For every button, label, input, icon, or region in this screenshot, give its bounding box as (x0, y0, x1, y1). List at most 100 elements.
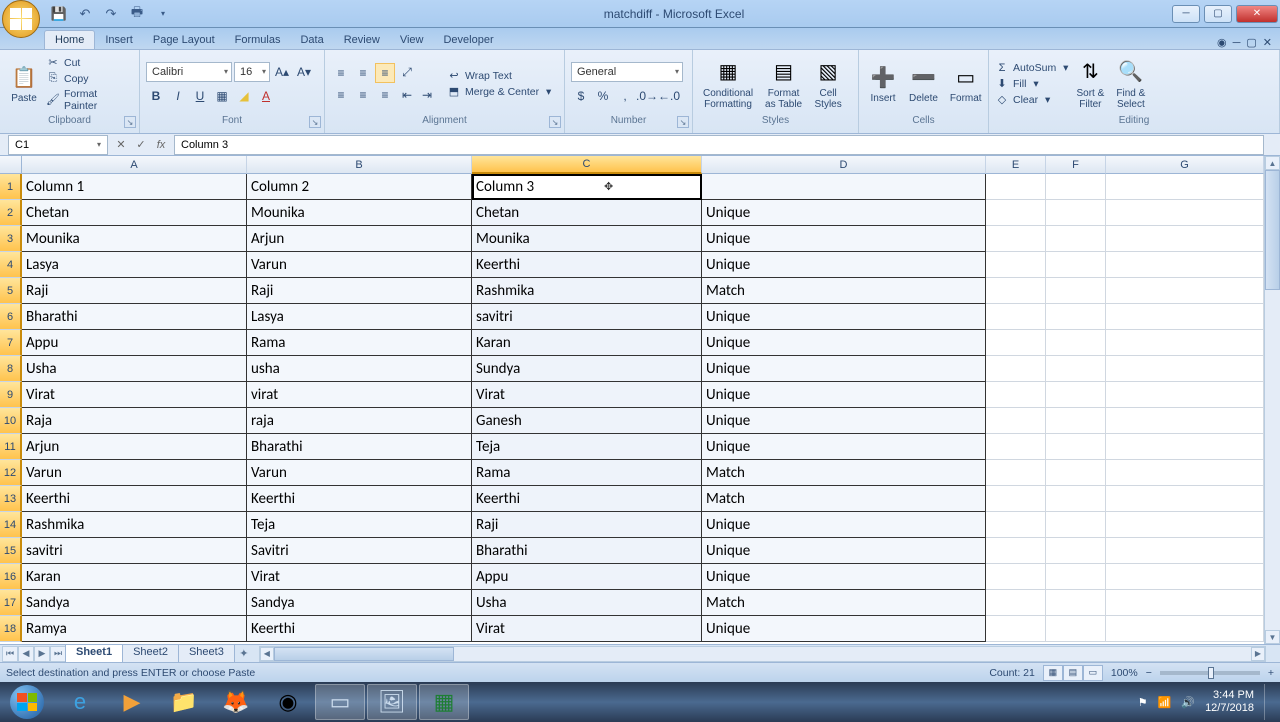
cell[interactable]: Arjun (247, 226, 472, 252)
print-icon[interactable]: 🖶 (126, 3, 148, 25)
cell[interactable] (986, 564, 1046, 590)
cell[interactable]: Match (702, 590, 986, 616)
cell[interactable]: Karan (22, 564, 247, 590)
cell[interactable] (1046, 434, 1106, 460)
cell[interactable]: Karan (472, 330, 702, 356)
cell[interactable]: Raji (22, 278, 247, 304)
column-header-D[interactable]: D (702, 156, 986, 174)
cell[interactable] (702, 174, 986, 200)
cell[interactable] (1046, 590, 1106, 616)
cell[interactable]: Unique (702, 330, 986, 356)
cell[interactable]: Column 1 (22, 174, 247, 200)
align-right-button[interactable]: ≡ (375, 85, 395, 105)
cell[interactable] (986, 278, 1046, 304)
cell[interactable]: Virat (472, 616, 702, 642)
cell[interactable] (986, 408, 1046, 434)
dialog-launcher-icon[interactable]: ↘ (309, 116, 321, 128)
row-header[interactable]: 8 (0, 356, 22, 382)
increase-indent-button[interactable]: ⇥ (417, 85, 437, 105)
cancel-formula-icon[interactable]: ✕ (112, 136, 130, 154)
font-size-combo[interactable]: 16▾ (234, 62, 270, 82)
fx-icon[interactable]: fx (152, 136, 170, 154)
border-button[interactable]: ▦ (212, 86, 232, 106)
cell[interactable]: Unique (702, 512, 986, 538)
cell[interactable]: Rama (247, 330, 472, 356)
cell[interactable] (1106, 538, 1264, 564)
bold-button[interactable]: B (146, 86, 166, 106)
cell[interactable] (1046, 538, 1106, 564)
zoom-level[interactable]: 100% (1111, 667, 1138, 679)
cell[interactable]: Sandya (22, 590, 247, 616)
tray-network-icon[interactable]: 📶 (1158, 696, 1172, 709)
number-format-combo[interactable]: General▾ (571, 62, 683, 82)
cell[interactable]: Rashmika (472, 278, 702, 304)
cell[interactable] (1046, 174, 1106, 200)
cell[interactable] (1046, 616, 1106, 642)
save-icon[interactable]: 💾 (48, 3, 70, 25)
show-desktop-button[interactable] (1264, 684, 1272, 720)
cell[interactable]: Ramya (22, 616, 247, 642)
row-header[interactable]: 18 (0, 616, 22, 642)
comma-button[interactable]: , (615, 86, 635, 106)
cell[interactable]: Bharathi (472, 538, 702, 564)
sheet-tab-sheet3[interactable]: Sheet3 (178, 645, 235, 663)
format-painter-button[interactable]: 🖌Format Painter (46, 88, 133, 112)
row-header[interactable]: 1 (0, 174, 22, 200)
cell[interactable]: Lasya (22, 252, 247, 278)
tray-flag-icon[interactable]: ⚑ (1138, 696, 1148, 709)
fill-button[interactable]: ⬇Fill ▾ (995, 77, 1068, 91)
cell[interactable] (1046, 252, 1106, 278)
cell[interactable]: Keerthi (472, 252, 702, 278)
cell[interactable] (1106, 278, 1264, 304)
cell[interactable] (986, 434, 1046, 460)
cell[interactable]: Column 2 (247, 174, 472, 200)
enter-formula-icon[interactable]: ✓ (132, 136, 150, 154)
cell[interactable] (1106, 356, 1264, 382)
taskbar-app2[interactable]: 🖼 (367, 684, 417, 720)
cell[interactable]: Varun (22, 460, 247, 486)
scroll-down-icon[interactable]: ▼ (1265, 630, 1280, 644)
orientation-button[interactable]: ⤢ (397, 63, 417, 83)
column-header-E[interactable]: E (986, 156, 1046, 174)
close-button[interactable]: ✕ (1236, 5, 1278, 23)
taskbar-ie[interactable]: e (55, 684, 105, 720)
formula-bar[interactable]: Column 3 (174, 135, 1264, 155)
name-box[interactable]: C1▾ (8, 135, 108, 155)
dialog-launcher-icon[interactable]: ↘ (124, 116, 136, 128)
percent-button[interactable]: % (593, 86, 613, 106)
cell[interactable] (1046, 304, 1106, 330)
cell[interactable]: Mounika (247, 200, 472, 226)
shrink-font-button[interactable]: A▾ (294, 62, 314, 82)
scroll-right-icon[interactable]: ▶ (1251, 647, 1265, 661)
taskbar-firefox[interactable]: 🦊 (211, 684, 261, 720)
cell[interactable]: Mounika (472, 226, 702, 252)
decrease-indent-button[interactable]: ⇤ (397, 85, 417, 105)
taskbar-chrome[interactable]: ◉ (263, 684, 313, 720)
zoom-out-button[interactable]: − (1146, 667, 1152, 679)
cell-styles-button[interactable]: ▧Cell Styles (810, 56, 846, 112)
horizontal-scrollbar[interactable]: ◀ ▶ (259, 646, 1266, 662)
prev-sheet-icon[interactable]: ◀ (18, 646, 34, 662)
row-header[interactable]: 15 (0, 538, 22, 564)
cell[interactable]: Virat (472, 382, 702, 408)
cell[interactable]: Rashmika (22, 512, 247, 538)
scroll-left-icon[interactable]: ◀ (260, 647, 274, 661)
cell[interactable] (1106, 382, 1264, 408)
column-header-G[interactable]: G (1106, 156, 1264, 174)
row-header[interactable]: 7 (0, 330, 22, 356)
autosum-button[interactable]: ΣAutoSum ▾ (995, 61, 1068, 75)
taskbar-app1[interactable]: ▭ (315, 684, 365, 720)
cell[interactable]: Match (702, 486, 986, 512)
cell[interactable] (986, 538, 1046, 564)
row-header[interactable]: 6 (0, 304, 22, 330)
cell[interactable] (1106, 330, 1264, 356)
align-left-button[interactable]: ≡ (331, 85, 351, 105)
cell[interactable]: Arjun (22, 434, 247, 460)
cell[interactable]: Keerthi (247, 616, 472, 642)
cell[interactable]: Varun (247, 460, 472, 486)
cell[interactable]: Keerthi (247, 486, 472, 512)
cell[interactable]: savitri (472, 304, 702, 330)
scroll-up-icon[interactable]: ▲ (1265, 156, 1280, 170)
cell[interactable]: Teja (472, 434, 702, 460)
cell[interactable] (1106, 590, 1264, 616)
